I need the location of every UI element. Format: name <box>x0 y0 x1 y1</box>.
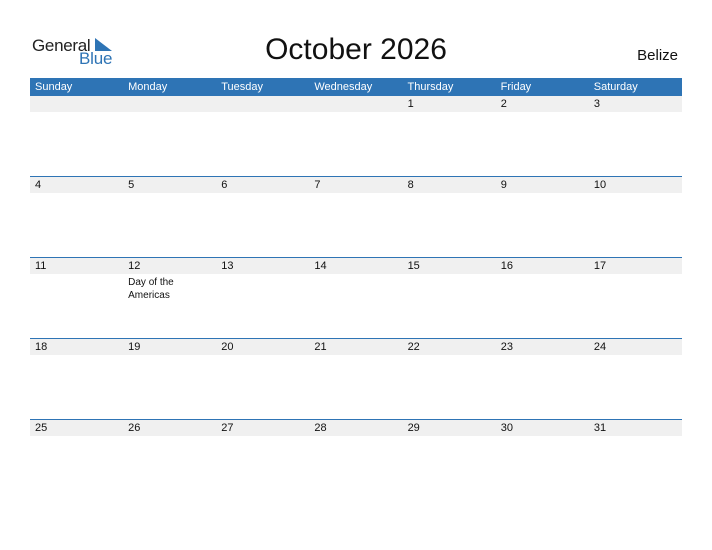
day-cell <box>123 96 216 177</box>
day-number: 2 <box>500 98 507 110</box>
week-row: 18 19 20 21 22 23 24 <box>30 338 682 420</box>
day-cell <box>216 96 309 177</box>
day-number: 31 <box>593 422 607 434</box>
day-cell: 8 <box>403 177 496 258</box>
day-cell: 11 <box>30 258 123 339</box>
day-cell: 2 <box>496 96 589 177</box>
day-cell: 15 <box>403 258 496 339</box>
weekday-thursday: Thursday <box>407 81 454 93</box>
day-cell: 18 <box>30 339 123 420</box>
day-cell: 27 <box>216 420 309 501</box>
day-cell: 9 <box>496 177 589 258</box>
day-number: 11 <box>35 260 47 272</box>
day-cell: 1 <box>403 96 496 177</box>
week-row: 4 5 6 7 8 9 10 <box>30 176 682 258</box>
weekday-saturday: Saturday <box>593 81 638 93</box>
day-cell <box>30 96 123 177</box>
day-number: 9 <box>500 179 507 191</box>
day-cell: 3 <box>589 96 682 177</box>
day-number: 23 <box>500 341 513 353</box>
country-label: Belize <box>637 47 678 64</box>
day-cell: 31 <box>589 420 682 501</box>
day-cell: 4 <box>30 177 123 258</box>
day-cell: 12 Day of the Americas <box>123 258 216 339</box>
weekday-friday: Friday <box>500 81 532 93</box>
day-cell: 22 <box>403 339 496 420</box>
day-number: 27 <box>221 422 234 434</box>
day-number: 6 <box>221 179 228 191</box>
day-cell: 29 <box>403 420 496 501</box>
day-cell: 25 <box>30 420 123 501</box>
day-number: 25 <box>35 422 48 434</box>
day-number: 12 <box>128 260 141 272</box>
day-number: 19 <box>128 341 141 353</box>
day-cell: 19 <box>123 339 216 420</box>
day-number: 24 <box>593 341 607 353</box>
day-number: 10 <box>593 179 607 191</box>
day-cell: 7 <box>309 177 402 258</box>
day-number: 28 <box>314 422 327 434</box>
day-cell: 14 <box>309 258 402 339</box>
day-cell: 23 <box>496 339 589 420</box>
weekday-wednesday: Wednesday <box>314 81 373 93</box>
day-number: 22 <box>407 341 420 353</box>
day-number: 3 <box>593 98 600 110</box>
day-cell: 13 <box>216 258 309 339</box>
day-cell: 20 <box>216 339 309 420</box>
weekday-header: Sunday Monday Tuesday Wednesday Thursday… <box>30 78 682 96</box>
day-number: 15 <box>407 260 420 272</box>
day-cell: 17 <box>589 258 682 339</box>
day-cell: 5 <box>123 177 216 258</box>
page-title: October 2026 <box>265 33 447 66</box>
day-number: 30 <box>500 422 513 434</box>
day-cell <box>309 96 402 177</box>
day-number: 4 <box>35 179 42 191</box>
day-cell: 16 <box>496 258 589 339</box>
day-number: 1 <box>407 98 414 110</box>
week-row: 11 12 Day of the Americas 13 14 15 16 17 <box>30 257 682 339</box>
day-number: 8 <box>407 179 414 191</box>
holiday-event: Day of the Americas <box>128 277 174 301</box>
week-row: 25 26 27 28 29 30 31 <box>30 419 682 501</box>
day-number: 13 <box>221 260 234 272</box>
day-cell: 10 <box>589 177 682 258</box>
day-number: 21 <box>314 341 327 353</box>
day-number: 17 <box>593 260 607 272</box>
day-number: 20 <box>221 341 234 353</box>
day-cell: 28 <box>309 420 402 501</box>
week-row: 1 2 3 <box>30 96 682 177</box>
weekday-monday: Monday <box>128 81 168 93</box>
day-number: 16 <box>500 260 513 272</box>
day-number: 14 <box>314 260 327 272</box>
day-cell: 24 <box>589 339 682 420</box>
day-number: 29 <box>407 422 420 434</box>
day-number: 18 <box>35 341 48 353</box>
day-cell: 30 <box>496 420 589 501</box>
day-cell: 26 <box>123 420 216 501</box>
day-cell: 6 <box>216 177 309 258</box>
weekday-sunday: Sunday <box>35 81 73 93</box>
weekday-tuesday: Tuesday <box>221 81 264 93</box>
day-number: 5 <box>128 179 135 191</box>
day-cell: 21 <box>309 339 402 420</box>
day-number: 7 <box>314 179 321 191</box>
day-number: 26 <box>128 422 141 434</box>
